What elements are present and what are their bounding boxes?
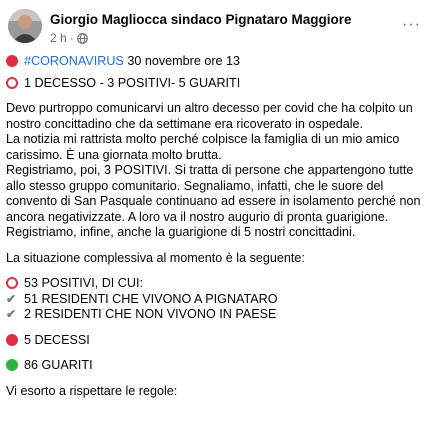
paragraph-2: La notizia mi rattrista molto perché col…	[6, 132, 400, 162]
paragraph-4: Registriamo, infine, anche la guarigione…	[6, 225, 356, 239]
deaths-text: 5 DECESSI	[24, 332, 90, 347]
meta-separator: ·	[69, 31, 74, 45]
post-header: Giorgio Magliocca sindaco Pignataro Magg…	[0, 0, 431, 52]
closing-text: Vi esorto a rispettare le regole:	[6, 383, 178, 398]
recovered-line: 86 GUARITI	[6, 358, 426, 374]
positives-text: 53 POSITIVI, DI CUI:	[24, 276, 143, 290]
check-icon: ✔	[6, 307, 17, 321]
summary-text: 1 DECESSO - 3 POSITIVI- 5 GUARITI	[24, 75, 241, 90]
avatar-photo	[8, 9, 42, 43]
situation-text: La situazione complessiva al momento è l…	[6, 250, 305, 265]
positives-line: 53 POSITIVI, DI CUI:	[6, 276, 426, 292]
residents-in-line: ✔ 51 RESIDENTI CHE VIVONO A PIGNATARO	[6, 292, 426, 308]
author-avatar[interactable]	[8, 9, 42, 43]
recovered-text: 86 GUARITI	[24, 358, 93, 372]
hashtag-link[interactable]: #CORONAVIRUS	[24, 54, 124, 68]
post-time[interactable]: 2 h	[50, 31, 67, 45]
hollow-red-circle-icon	[6, 76, 18, 89]
globe-icon[interactable]	[76, 32, 88, 44]
residents-out-text: 2 RESIDENTI CHE NON VIVONO IN PAESE	[24, 307, 277, 321]
green-circle-icon	[6, 359, 18, 371]
red-circle-icon	[6, 333, 18, 346]
paragraph-1: Devo purtroppo comunicarvi un altro dece…	[6, 101, 413, 131]
deaths-line: 5 DECESSI	[6, 333, 426, 349]
date-line: 30 novembre ore 13	[123, 54, 241, 68]
residents-out-line: ✔ 2 RESIDENTI CHE NON VIVONO IN PAESE	[6, 307, 426, 323]
facebook-post: Giorgio Magliocca sindaco Pignataro Magg…	[0, 0, 431, 436]
hollow-red-circle-icon	[6, 277, 18, 289]
summary-line: 1 DECESSO - 3 POSITIVI- 5 GUARITI	[6, 76, 426, 92]
residents-in-text: 51 RESIDENTI CHE VIVONO A PIGNATARO	[24, 291, 278, 306]
hashtag-line: #CORONAVIRUS 30 novembre ore 13	[6, 54, 426, 70]
paragraph-3: Registriamo, poi, 3 POSITIVI. Si tratta …	[6, 163, 421, 224]
red-circle-icon	[6, 55, 18, 67]
more-options-icon[interactable]: ···	[402, 16, 421, 34]
post-body: #CORONAVIRUS 30 novembre ore 13 1 DECESS…	[6, 54, 426, 399]
author-name[interactable]: Giorgio Magliocca sindaco Pignataro Magg…	[50, 12, 352, 27]
post-meta: 2 h ·	[50, 31, 88, 45]
check-icon: ✔	[6, 291, 17, 306]
